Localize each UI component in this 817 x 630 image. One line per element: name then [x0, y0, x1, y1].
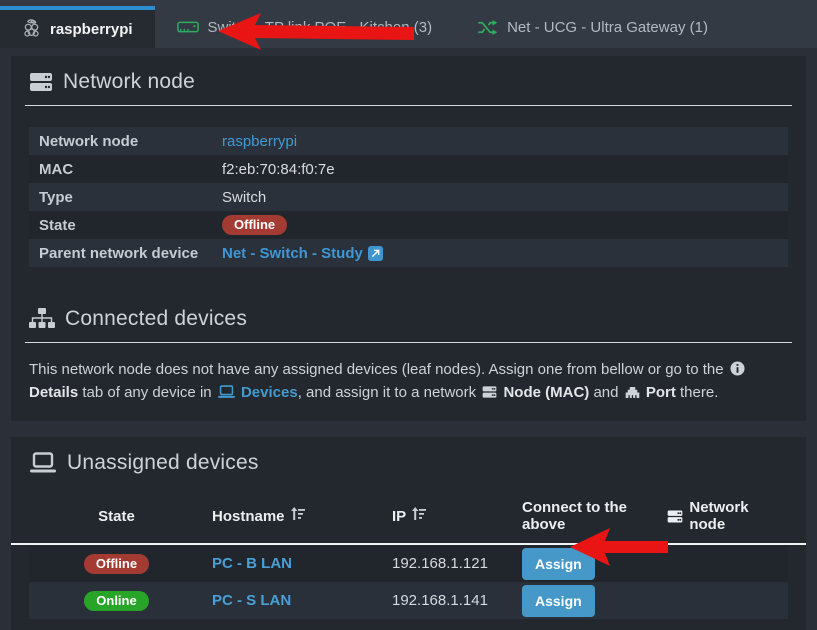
assign-button[interactable]: Assign — [522, 548, 595, 580]
header-label: Hostname — [212, 508, 285, 525]
sort-icon — [291, 507, 305, 525]
switch-icon — [177, 18, 199, 36]
status-badge-offline: Offline — [222, 215, 287, 235]
devices-link[interactable]: Devices — [241, 384, 298, 401]
header-connect: Connect to the above Network node — [514, 499, 788, 533]
header-ip[interactable]: IP — [384, 507, 514, 525]
message-text: there. — [676, 384, 719, 401]
divider — [25, 342, 792, 343]
network-node-panel: Network node Network node raspberrypi MA… — [11, 56, 806, 421]
mac-value: f2:eb:70:84:f0:7e — [222, 161, 335, 178]
raspberry-pi-icon — [22, 18, 41, 40]
type-value: Switch — [222, 189, 266, 206]
row-label: MAC — [39, 161, 222, 178]
tab-label: Net - UCG - Ultra Gateway (1) — [507, 19, 708, 36]
table-row-state: State Offline — [29, 211, 788, 239]
tab-raspberrypi[interactable]: raspberrypi — [0, 6, 155, 48]
divider — [25, 105, 792, 106]
table-row-network-node: Network node raspberrypi — [29, 127, 788, 155]
network-shuffle-icon — [476, 18, 498, 37]
sort-icon — [412, 507, 426, 525]
parent-device-label: Net - Switch - Study — [222, 245, 363, 262]
unassigned-devices-table: State Hostname IP — [29, 493, 788, 619]
heading-label: Network node — [63, 70, 195, 94]
tab-net-gateway[interactable]: Net - UCG - Ultra Gateway (1) — [454, 6, 730, 48]
row-label: Parent network device — [39, 245, 222, 262]
table-row-mac: MAC f2:eb:70:84:f0:7e — [29, 155, 788, 183]
row-label: Network node — [39, 133, 222, 150]
table-header-row: State Hostname IP — [29, 493, 788, 543]
assign-button[interactable]: Assign — [522, 585, 595, 617]
heading-label: Connected devices — [65, 307, 247, 331]
status-badge-offline: Offline — [84, 554, 149, 574]
external-link-icon — [368, 246, 383, 261]
unassigned-devices-heading: Unassigned devices — [29, 451, 788, 475]
table-row-pc-s-lan: Online PC - S LAN 192.168.1.141 Assign — [29, 582, 788, 619]
header-label: Connect to the above — [522, 499, 661, 533]
laptop-icon — [29, 452, 57, 474]
message-text: , and assign it to a network — [298, 384, 481, 401]
network-node-info-table: Network node raspberrypi MAC f2:eb:70:84… — [29, 127, 788, 267]
message-text: and — [589, 384, 622, 401]
message-text: This network node does not have any assi… — [29, 361, 728, 378]
status-badge-online: Online — [84, 591, 148, 611]
ip-value: 192.168.1.121 — [384, 555, 514, 572]
sitemap-icon — [29, 308, 55, 330]
tab-label: Switch - TP link POE - Kitchen (3) — [208, 19, 433, 36]
port-icon — [625, 384, 640, 405]
port-label: Port — [646, 384, 676, 401]
network-node-name-link[interactable]: raspberrypi — [222, 133, 297, 150]
unassigned-devices-panel: Unassigned devices State Hostname IP — [11, 437, 806, 630]
node-server-icon — [482, 384, 497, 405]
row-label: Type — [39, 189, 222, 206]
server-icon — [29, 71, 53, 93]
header-label: Network node — [689, 499, 780, 533]
table-body: Offline PC - B LAN 192.168.1.121 Assign … — [29, 545, 788, 619]
table-row-type: Type Switch — [29, 183, 788, 211]
header-hostname[interactable]: Hostname — [204, 507, 384, 525]
devices-laptop-icon — [218, 384, 235, 405]
tab-label: raspberrypi — [50, 21, 133, 38]
message-text: tab of any device in — [78, 384, 216, 401]
table-row-pc-b-lan: Offline PC - B LAN 192.168.1.121 Assign — [29, 545, 788, 582]
ip-value: 192.168.1.141 — [384, 592, 514, 609]
header-state: State — [29, 508, 204, 525]
connected-devices-heading: Connected devices — [29, 307, 788, 331]
network-node-heading: Network node — [29, 70, 788, 94]
heading-label: Unassigned devices — [67, 451, 259, 475]
header-label: IP — [392, 508, 406, 525]
tab-bar: raspberrypi Switch - TP link POE - Kitch… — [0, 0, 817, 48]
hostname-link[interactable]: PC - S LAN — [212, 592, 291, 609]
no-assigned-devices-message: This network node does not have any assi… — [29, 359, 788, 405]
server-icon — [667, 509, 683, 524]
hostname-link[interactable]: PC - B LAN — [212, 555, 292, 572]
details-label: Details — [29, 384, 78, 401]
parent-device-link[interactable]: Net - Switch - Study — [222, 245, 383, 262]
tab-switch-kitchen[interactable]: Switch - TP link POE - Kitchen (3) — [155, 6, 455, 48]
table-row-parent: Parent network device Net - Switch - Stu… — [29, 239, 788, 267]
info-circle-icon — [730, 361, 745, 382]
node-mac-label: Node (MAC) — [503, 384, 589, 401]
row-label: State — [39, 217, 222, 234]
